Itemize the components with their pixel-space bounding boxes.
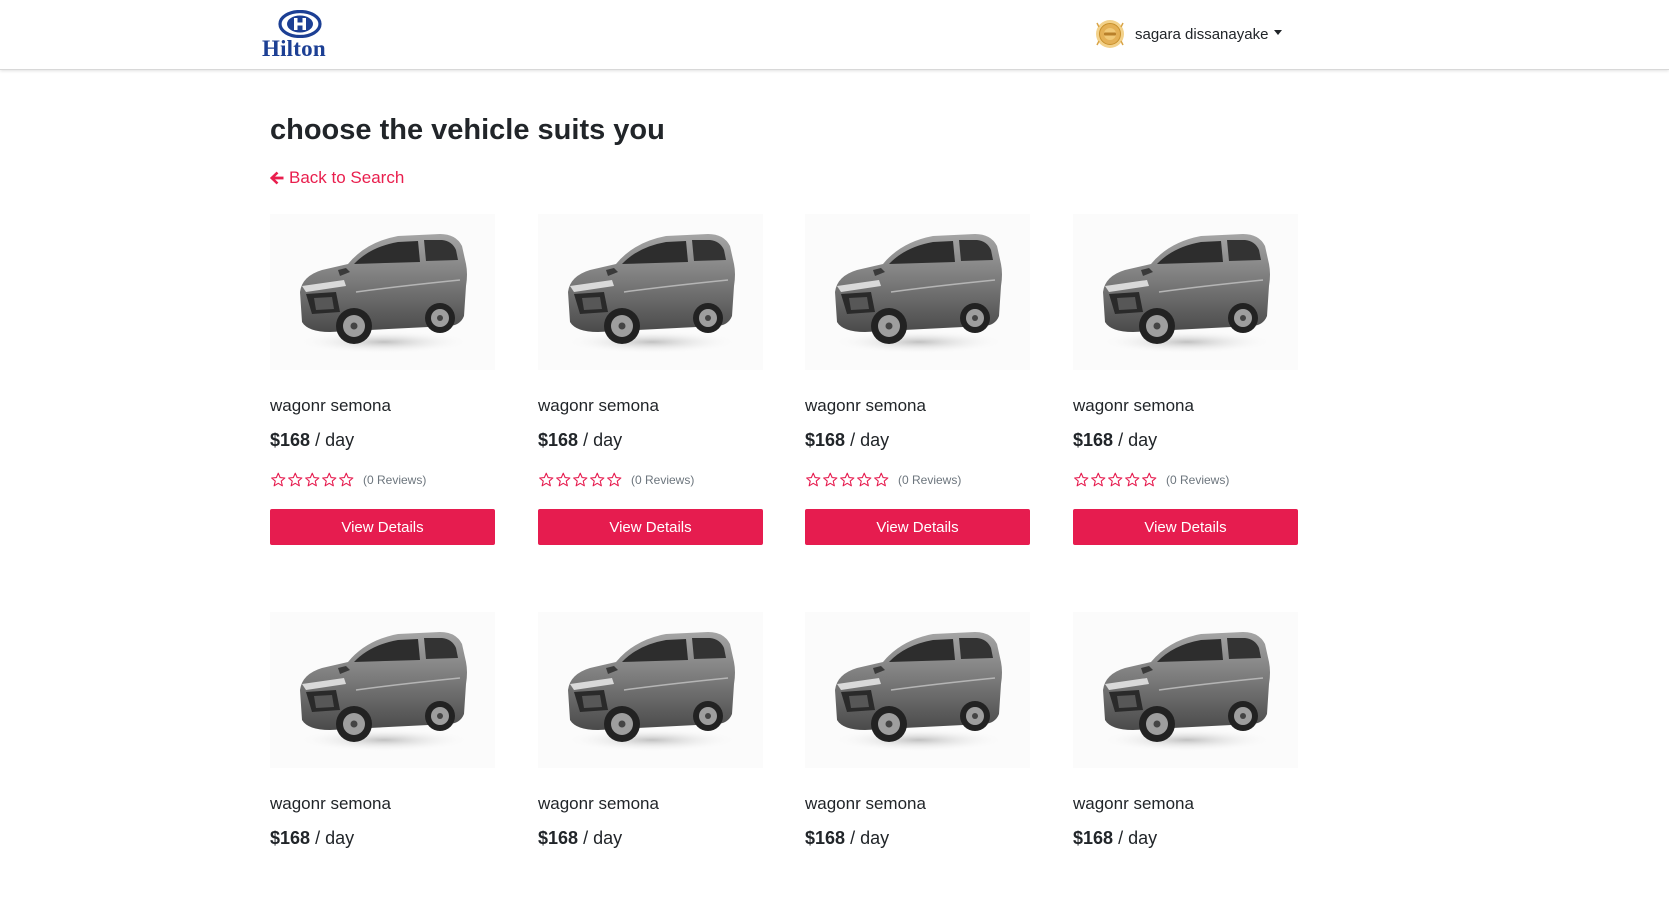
brand-name: Hilton	[262, 36, 326, 61]
vehicle-card: wagonr semona $168 / day (0 Reviews) View D…	[805, 214, 1030, 554]
price-unit: / day	[1118, 430, 1158, 450]
vehicle-image	[805, 214, 1030, 370]
vehicle-name: wagonr semona	[1073, 794, 1194, 813]
star-icon[interactable]	[270, 472, 287, 488]
hilton-emblem-icon	[278, 10, 322, 38]
vehicle-image	[805, 612, 1030, 768]
vehicle-price: $168 / day	[805, 430, 889, 451]
vehicle-name: wagonr semona	[1073, 396, 1194, 415]
star-icon[interactable]	[839, 472, 856, 488]
review-count: (0 Reviews)	[363, 473, 427, 487]
vehicle-name: wagonr semona	[538, 794, 659, 813]
price-unit: / day	[315, 828, 355, 848]
star-icon[interactable]	[1124, 472, 1141, 488]
vehicle-rating: (0 Reviews)	[1073, 472, 1229, 488]
star-icon[interactable]	[805, 472, 822, 488]
vehicle-name: wagonr semona	[270, 794, 391, 813]
vehicle-price: $168 / day	[538, 828, 622, 849]
price-amount: $168	[1073, 430, 1114, 450]
review-count: (0 Reviews)	[1166, 473, 1230, 487]
vehicle-price: $168 / day	[538, 430, 622, 451]
vehicle-price: $168 / day	[1073, 430, 1157, 451]
vehicle-rating: (0 Reviews)	[270, 472, 426, 488]
vehicle-image	[270, 214, 495, 370]
price-amount: $168	[805, 828, 846, 848]
price-unit: / day	[850, 430, 890, 450]
vehicle-price: $168 / day	[270, 828, 354, 849]
page-title: choose the vehicle suits you	[270, 114, 665, 146]
star-icon[interactable]	[856, 472, 873, 488]
star-icon[interactable]	[1107, 472, 1124, 488]
vehicle-price: $168 / day	[805, 828, 889, 849]
star-icon[interactable]	[572, 472, 589, 488]
vehicle-image	[538, 612, 763, 768]
price-unit: / day	[583, 430, 623, 450]
vehicle-card: wagonr semona $168 / day	[805, 612, 1030, 908]
price-amount: $168	[270, 430, 311, 450]
back-to-search-link[interactable]: Back to Search	[270, 168, 404, 188]
vehicle-card: wagonr semona $168 / day (0 Reviews) View D…	[270, 214, 495, 554]
vehicle-card: wagonr semona $168 / day (0 Reviews) View D…	[538, 214, 763, 554]
avatar-badge-icon	[1096, 20, 1124, 48]
price-unit: / day	[850, 828, 890, 848]
view-details-button[interactable]: View Details	[805, 509, 1030, 545]
price-amount: $168	[270, 828, 311, 848]
price-amount: $168	[538, 430, 579, 450]
vehicle-image	[1073, 612, 1298, 768]
vehicle-image	[1073, 214, 1298, 370]
vehicle-rating: (0 Reviews)	[805, 472, 961, 488]
price-amount: $168	[805, 430, 846, 450]
review-count: (0 Reviews)	[631, 473, 695, 487]
back-to-search-label[interactable]: Back to Search	[289, 168, 404, 188]
hilton-logo[interactable]: Hilton	[262, 10, 338, 61]
star-icon[interactable]	[1090, 472, 1107, 488]
star-icon[interactable]	[822, 472, 839, 488]
star-icon[interactable]	[338, 472, 355, 488]
price-amount: $168	[1073, 828, 1114, 848]
vehicle-card: wagonr semona $168 / day	[1073, 612, 1298, 908]
star-icon[interactable]	[538, 472, 555, 488]
user-menu[interactable]: sagara dissanayake	[1095, 18, 1283, 50]
star-rating[interactable]	[270, 472, 355, 488]
review-count: (0 Reviews)	[898, 473, 962, 487]
vehicle-name: wagonr semona	[805, 396, 926, 415]
vehicle-card: wagonr semona $168 / day	[538, 612, 763, 908]
vehicle-name: wagonr semona	[805, 794, 926, 813]
star-icon[interactable]	[606, 472, 623, 488]
view-details-button[interactable]: View Details	[538, 509, 763, 545]
star-icon[interactable]	[287, 472, 304, 488]
star-icon[interactable]	[555, 472, 572, 488]
price-unit: / day	[315, 430, 355, 450]
vehicle-name: wagonr semona	[538, 396, 659, 415]
vehicle-card: wagonr semona $168 / day	[270, 612, 495, 908]
price-unit: / day	[1118, 828, 1158, 848]
vehicle-rating: (0 Reviews)	[538, 472, 694, 488]
view-details-button[interactable]: View Details	[1073, 509, 1298, 545]
vehicle-price: $168 / day	[1073, 828, 1157, 849]
star-icon[interactable]	[1141, 472, 1158, 488]
vehicle-image	[270, 612, 495, 768]
star-icon[interactable]	[873, 472, 890, 488]
star-icon[interactable]	[304, 472, 321, 488]
price-amount: $168	[538, 828, 579, 848]
arrow-left-icon	[270, 171, 284, 185]
star-icon[interactable]	[321, 472, 338, 488]
price-unit: / day	[583, 828, 623, 848]
vehicle-price: $168 / day	[270, 430, 354, 451]
star-rating[interactable]	[538, 472, 623, 488]
star-icon[interactable]	[589, 472, 606, 488]
top-navbar: Hilton sagara dissanayake	[0, 0, 1669, 70]
star-rating[interactable]	[1073, 472, 1158, 488]
star-icon[interactable]	[1073, 472, 1090, 488]
chevron-down-icon[interactable]	[1274, 29, 1283, 35]
star-rating[interactable]	[805, 472, 890, 488]
vehicle-image	[538, 214, 763, 370]
vehicle-card: wagonr semona $168 / day (0 Reviews) View D…	[1073, 214, 1298, 554]
vehicle-name: wagonr semona	[270, 396, 391, 415]
view-details-button[interactable]: View Details	[270, 509, 495, 545]
user-name[interactable]: sagara dissanayake	[1135, 26, 1268, 43]
